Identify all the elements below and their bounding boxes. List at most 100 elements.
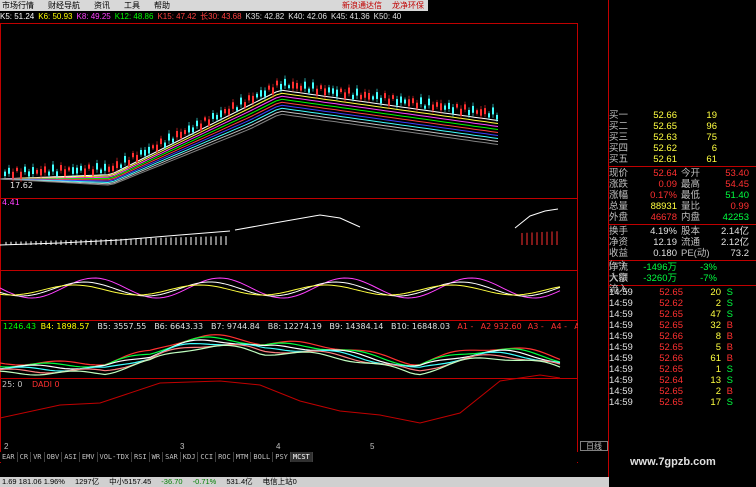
divider xyxy=(609,285,756,286)
fund-value: 2.14亿 xyxy=(721,226,749,237)
tick-price: 52.66 xyxy=(659,331,683,342)
bid-label: 买二 xyxy=(609,121,629,132)
kdj-d-line xyxy=(0,284,561,296)
quote-panel: 买一 52.66 19 买二 52.65 96 买三 52.63 75 买四 52.62 6 买五 52.… xyxy=(609,110,756,440)
fund-label: 净资 xyxy=(609,237,629,248)
bid-volume: 75 xyxy=(706,132,717,143)
ma-legend-item: K12: 48.86 xyxy=(114,12,154,21)
tick-side: B xyxy=(726,320,733,331)
flow-label: 净流入额 xyxy=(609,262,629,284)
ma-legend-item: K35: 42.82 xyxy=(245,12,285,21)
status-item: 531.4亿 xyxy=(226,477,253,486)
menu-item-2[interactable]: 资讯 xyxy=(94,0,110,11)
tab-kdj[interactable]: KDJ xyxy=(181,452,199,462)
tick-volume: 47 xyxy=(710,309,721,320)
bid-label: 买一 xyxy=(609,110,629,121)
flow-label: 大宗流入 xyxy=(609,273,629,295)
bid-label: 买三 xyxy=(609,132,629,143)
tick-volume: 5 xyxy=(715,342,721,353)
fund-value: 0.180 xyxy=(653,248,677,259)
ma-legend-item: 长30: 43.68 xyxy=(200,12,242,21)
tab-vr[interactable]: VR xyxy=(31,452,45,462)
ma-line xyxy=(0,104,499,182)
stat-label: 内盘 xyxy=(681,212,701,223)
tick-price: 52.65 xyxy=(659,364,683,375)
volume-ma xyxy=(234,214,361,231)
tick-side: S xyxy=(726,397,733,408)
tick-side: B xyxy=(726,353,733,364)
bid-price: 52.65 xyxy=(653,121,677,132)
tick-time: 14:59 xyxy=(609,320,633,331)
macd-legend-item: B6: 6643.33 xyxy=(154,322,203,331)
stat-value: 51.40 xyxy=(725,190,749,201)
stat-label: 总量 xyxy=(609,201,629,212)
bid-label: 买四 xyxy=(609,143,629,154)
stat-label: 量比 xyxy=(681,201,701,212)
tick-volume: 2 xyxy=(715,386,721,397)
tab-wr[interactable]: WR xyxy=(150,452,164,462)
flow-value: -1496万 xyxy=(643,262,677,273)
date-label: 2 xyxy=(4,442,9,451)
menu-item-4[interactable]: 帮助 xyxy=(154,0,170,11)
tick-side: S xyxy=(726,309,733,320)
tab-mcst[interactable]: MCST xyxy=(290,452,313,462)
stat-label: 最高 xyxy=(681,179,701,190)
tick-time: 14:59 xyxy=(609,353,633,364)
daily-period-button[interactable]: 日线 xyxy=(580,441,608,451)
tick-price: 52.64 xyxy=(659,375,683,386)
macd-legend-item: B9: 14384.14 xyxy=(329,322,383,331)
menu-item-3[interactable]: 工具 xyxy=(124,0,140,11)
tick-time: 14:59 xyxy=(609,298,633,309)
macd-legend-item: A1 - xyxy=(457,322,473,331)
bid-price: 52.61 xyxy=(653,154,677,165)
fund-label: PE(动) xyxy=(681,248,710,259)
tick-row: 14:59 52.64 13 S xyxy=(609,375,756,386)
price-low-label: 17.62 xyxy=(10,181,33,190)
menu-right-link[interactable]: 新浪通达信 xyxy=(342,0,382,11)
tab-obv[interactable]: OBV xyxy=(45,452,63,462)
stat-label: 涨跌 xyxy=(609,179,629,190)
tab-rsi[interactable]: RSI xyxy=(132,452,150,462)
tab-sar[interactable]: SAR xyxy=(163,452,181,462)
fundamental-row: 净资 12.19 流通 2.12亿 xyxy=(609,237,756,248)
tab-vol-tdx[interactable]: VOL-TDX xyxy=(98,452,133,462)
moving-average-legend: K5: 51.24 K6: 50.93 K8: 49.25 K12: 48.86 K15… xyxy=(0,11,428,23)
tick-row: 14:59 52.65 47 S xyxy=(609,309,756,320)
tick-price: 52.66 xyxy=(659,353,683,364)
dadi-line xyxy=(0,374,561,424)
status-bar: 1.69 181.06 1.96% 1297亿 中小5157.45 -36.70 -0.… xyxy=(0,477,609,487)
stat-row: 现价 52.64 今开 53.40 xyxy=(609,168,756,179)
macd-legend-item: 1246.43 xyxy=(3,322,36,331)
macd-ribbon xyxy=(0,336,561,368)
ma-line xyxy=(0,89,499,180)
menu-item-0[interactable]: 市场行情 xyxy=(2,0,34,11)
fund-label: 换手 xyxy=(609,226,629,237)
date-label: 4 xyxy=(276,442,281,451)
tick-volume: 61 xyxy=(710,353,721,364)
tick-row: 14:59 52.65 32 B xyxy=(609,320,756,331)
tab-ear[interactable]: EAR xyxy=(0,452,18,462)
ma-legend-item: K6: 50.93 xyxy=(38,12,73,21)
menu-right-link[interactable]: 龙净环保 xyxy=(392,0,424,11)
macd-ribbon xyxy=(0,344,561,374)
tab-roc[interactable]: ROC xyxy=(216,452,234,462)
fund-value: 4.19% xyxy=(650,226,677,237)
tick-row: 14:59 52.65 5 B xyxy=(609,342,756,353)
tab-boll[interactable]: BOLL xyxy=(251,452,274,462)
stock-chart[interactable]: 30.0020.0017.624.414.002.0080.0050.0020.… xyxy=(0,23,578,463)
tick-time: 14:59 xyxy=(609,386,633,397)
fund-value: 2.12亿 xyxy=(721,237,749,248)
tick-price: 52.65 xyxy=(659,309,683,320)
tick-volume: 13 xyxy=(710,375,721,386)
tab-cr[interactable]: CR xyxy=(18,452,32,462)
macd-legend-item: B5: 3557.55 xyxy=(97,322,146,331)
tab-emv[interactable]: EMV xyxy=(80,452,98,462)
stat-row: 外盘 46678 内盘 42253 xyxy=(609,212,756,223)
tab-psy[interactable]: PSY xyxy=(273,452,291,462)
tab-asi[interactable]: ASI xyxy=(62,452,80,462)
menu-item-1[interactable]: 财经导航 xyxy=(48,0,80,11)
tick-time: 14:59 xyxy=(609,287,633,298)
chart-area[interactable]: 30.0020.0017.624.414.002.0080.0050.0020.… xyxy=(0,23,578,463)
tab-mtm[interactable]: MTM xyxy=(234,452,252,462)
tab-cci[interactable]: CCI xyxy=(198,452,217,462)
